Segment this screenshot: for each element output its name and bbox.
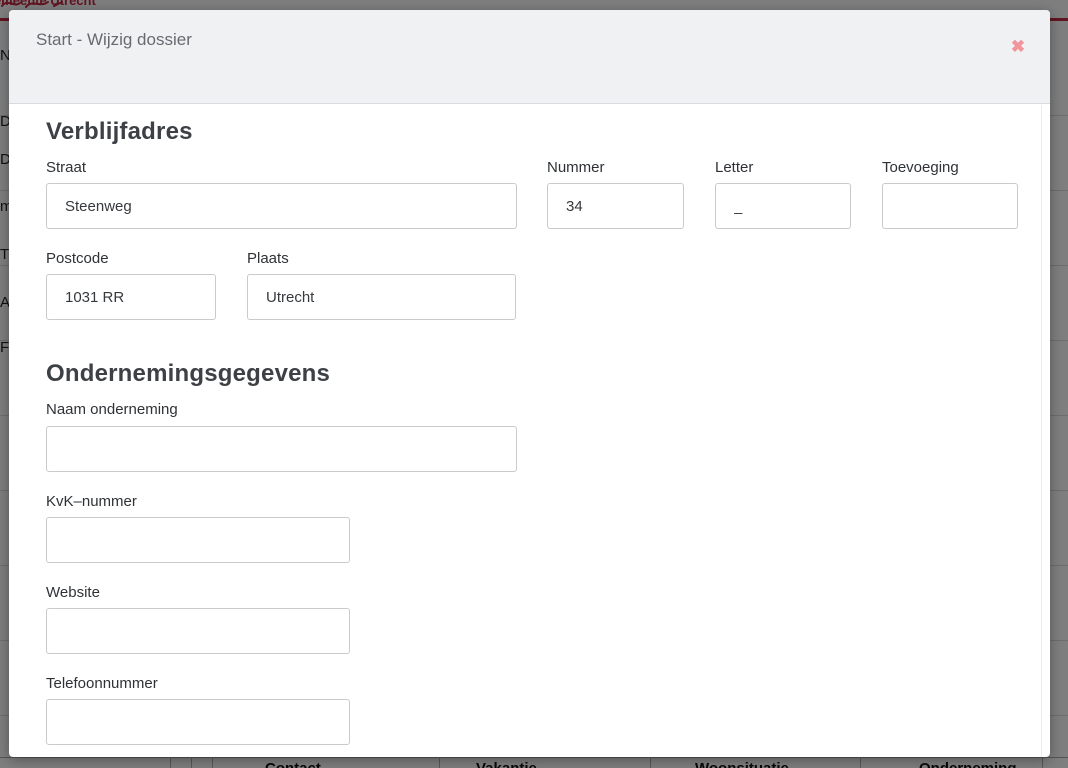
plaats-input[interactable] (247, 274, 516, 320)
close-button[interactable]: ✖ (1005, 34, 1031, 60)
dialog-header: Start - Wijzig dossier ✖ (9, 10, 1050, 104)
postcode-input[interactable] (46, 274, 216, 320)
telefoonnummer-input[interactable] (46, 699, 350, 745)
close-icon: ✖ (1011, 37, 1025, 56)
letter-label: Letter (715, 159, 753, 176)
postcode-label: Postcode (46, 250, 109, 267)
naam-onderneming-input[interactable] (46, 426, 517, 472)
naam-onderneming-label: Naam onderneming (46, 401, 178, 418)
kvk-nummer-input[interactable] (46, 517, 350, 563)
telefoonnummer-label: Telefoonnummer (46, 675, 158, 692)
website-input[interactable] (46, 608, 350, 654)
toevoeging-label: Toevoeging (882, 159, 959, 176)
dialog-title: Start - Wijzig dossier (36, 30, 192, 50)
kvk-nummer-label: KvK–nummer (46, 493, 137, 510)
plaats-label: Plaats (247, 250, 289, 267)
scrollbar-track[interactable] (1041, 105, 1042, 757)
straat-label: Straat (46, 159, 86, 176)
screen: gemeente Utrecht N D D m T A F Contact V… (0, 0, 1068, 768)
wijzig-dossier-dialog: Start - Wijzig dossier ✖ Verblijfadres S… (9, 10, 1050, 757)
nummer-input[interactable] (547, 183, 684, 229)
website-label: Website (46, 584, 100, 601)
nummer-label: Nummer (547, 159, 605, 176)
letter-input[interactable] (715, 183, 851, 229)
straat-input[interactable] (46, 183, 517, 229)
section-heading-ondernemingsgegevens: Ondernemingsgegevens (46, 360, 330, 388)
toevoeging-input[interactable] (882, 183, 1018, 229)
section-heading-verblijfadres: Verblijfadres (46, 118, 193, 146)
